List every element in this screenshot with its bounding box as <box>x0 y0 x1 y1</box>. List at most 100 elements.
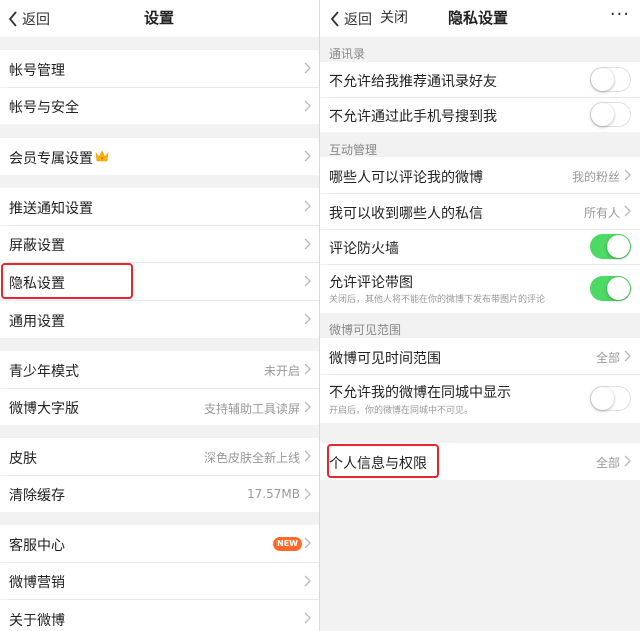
menu-item-label: 皮肤 <box>9 451 37 467</box>
setting-value: 全部 <box>595 351 620 365</box>
setting-label: 评论防火墙 <box>329 241 399 257</box>
setting-subtext: 开启后，你的微博在同城中不可见。 <box>329 406 474 416</box>
setting-who-can-comment[interactable]: 哪些人可以评论我的微博 我的粉丝 <box>320 157 640 193</box>
setting-label: 允许评论带图 <box>329 275 413 291</box>
setting-visible-time-range[interactable]: 微博可见时间范围 全部 <box>320 338 640 374</box>
section-header: 微博可见范围 <box>329 323 402 337</box>
toggle-knob <box>591 103 614 126</box>
page-title: 设置 <box>144 9 175 27</box>
chevron-right-icon <box>304 488 311 500</box>
page-title: 隐私设置 <box>448 9 509 27</box>
chevron-right-icon <box>304 537 311 549</box>
setting-label: 我可以收到哪些人的私信 <box>329 206 483 222</box>
setting-label: 不允许我的微博在同城中显示 <box>329 385 511 401</box>
menu-item-value: 支持辅助工具读屏 <box>203 402 300 416</box>
setting-comment-firewall: 评论防火墙 <box>320 230 640 264</box>
menu-item-label: 会员专属设置 <box>9 151 93 167</box>
section-header: 通讯录 <box>329 47 366 61</box>
chevron-left-icon <box>8 10 17 27</box>
setting-who-can-message[interactable]: 我可以收到哪些人的私信 所有人 <box>320 194 640 229</box>
menu-item-label: 通用设置 <box>9 314 65 330</box>
chevron-right-icon <box>624 350 631 362</box>
chevron-right-icon <box>624 169 631 181</box>
menu-item-account-management[interactable]: 帐号管理 <box>0 50 320 87</box>
chevron-right-icon <box>624 205 631 217</box>
settings-navbar: 返回 设置 <box>0 0 320 37</box>
menu-item-value: 未开启 <box>263 364 300 378</box>
close-button[interactable]: 关闭 <box>380 0 408 37</box>
privacy-navbar: 返回 关闭 隐私设置 ··· <box>320 0 640 37</box>
menu-item-teen-mode[interactable]: 青少年模式 未开启 <box>0 351 320 388</box>
new-badge: NEW <box>273 537 302 551</box>
menu-item-weibo-marketing[interactable]: 微博营销 <box>0 563 320 599</box>
settings-panel: 返回 设置 帐号管理 帐号与安全 会员专属设置 推送通知设置 屏蔽设置 隐私设置… <box>0 0 320 631</box>
setting-hide-in-city: 不允许我的微博在同城中显示 开启后，你的微博在同城中不可见。 <box>320 375 640 423</box>
chevron-right-icon <box>304 612 311 624</box>
menu-item-about-weibo[interactable]: 关于微博 <box>0 600 320 631</box>
chevron-right-icon <box>304 313 311 325</box>
toggle-knob <box>591 68 614 91</box>
highlight-box <box>1 263 133 299</box>
chevron-right-icon <box>304 363 311 375</box>
toggle-knob <box>607 235 630 258</box>
privacy-settings-panel: 返回 关闭 隐私设置 ··· 通讯录 不允许给我推荐通讯录好友 不允许通过此手机… <box>320 0 640 631</box>
chevron-right-icon <box>304 275 311 287</box>
chevron-right-icon <box>304 401 311 413</box>
setting-no-contact-recommend: 不允许给我推荐通讯录好友 <box>320 62 640 97</box>
toggle-switch[interactable] <box>590 67 631 92</box>
section-header: 互动管理 <box>329 143 378 157</box>
setting-label: 哪些人可以评论我的微博 <box>329 170 483 186</box>
back-label: 返回 <box>344 11 372 28</box>
menu-item-label: 帐号与安全 <box>9 100 79 116</box>
setting-subtext: 关闭后，其他人将不能在你的微博下发布带图片的评论 <box>329 295 546 305</box>
menu-item-label: 微博营销 <box>9 575 65 591</box>
menu-item-skin[interactable]: 皮肤 深色皮肤全新上线 <box>0 438 320 475</box>
toggle-switch[interactable] <box>590 276 631 301</box>
setting-label: 不允许通过此手机号搜到我 <box>329 109 497 125</box>
menu-item-label: 客服中心 <box>9 538 65 554</box>
menu-item-label: 屏蔽设置 <box>9 238 65 254</box>
menu-item-push-notifications[interactable]: 推送通知设置 <box>0 188 320 225</box>
toggle-switch[interactable] <box>590 102 631 127</box>
chevron-right-icon <box>624 455 631 467</box>
highlight-box <box>327 444 439 478</box>
back-button[interactable]: 返回 <box>8 0 50 37</box>
crown-icon <box>95 150 109 162</box>
menu-item-label: 帐号管理 <box>9 63 65 79</box>
menu-item-value: 深色皮肤全新上线 <box>203 451 300 465</box>
toggle-knob <box>591 387 614 410</box>
chevron-right-icon <box>304 450 311 462</box>
menu-item-clear-cache[interactable]: 清除缓存 17.57MB <box>0 476 320 512</box>
chevron-right-icon <box>304 200 311 212</box>
menu-item-member-settings[interactable]: 会员专属设置 <box>0 138 320 175</box>
setting-allow-comment-images: 允许评论带图 关闭后，其他人将不能在你的微博下发布带图片的评论 <box>320 265 640 313</box>
setting-value: 我的粉丝 <box>571 170 620 184</box>
toggle-knob <box>607 277 630 300</box>
back-label: 返回 <box>22 11 50 28</box>
menu-item-label: 微博大字版 <box>9 401 79 417</box>
toggle-switch[interactable] <box>590 386 631 411</box>
setting-no-phone-search: 不允许通过此手机号搜到我 <box>320 98 640 132</box>
chevron-right-icon <box>304 62 311 74</box>
toggle-switch[interactable] <box>590 234 631 259</box>
menu-item-account-security[interactable]: 帐号与安全 <box>0 88 320 124</box>
chevron-right-icon <box>304 238 311 250</box>
chevron-right-icon <box>304 150 311 162</box>
chevron-right-icon <box>304 100 311 112</box>
menu-item-label: 清除缓存 <box>9 488 65 504</box>
menu-item-label: 青少年模式 <box>9 364 79 380</box>
chevron-left-icon <box>330 10 339 27</box>
panel-divider <box>319 0 320 631</box>
menu-item-label: 关于微博 <box>9 613 65 629</box>
menu-item-general-settings[interactable]: 通用设置 <box>0 301 320 338</box>
back-button[interactable]: 返回 <box>330 0 372 37</box>
more-icon[interactable]: ··· <box>610 0 630 37</box>
menu-item-customer-service[interactable]: 客服中心 NEW <box>0 525 320 562</box>
setting-value: 所有人 <box>583 206 620 220</box>
setting-value: 全部 <box>595 456 620 470</box>
menu-item-block-settings[interactable]: 屏蔽设置 <box>0 226 320 262</box>
setting-label: 不允许给我推荐通讯录好友 <box>329 74 497 90</box>
chevron-right-icon <box>304 575 311 587</box>
menu-item-large-font[interactable]: 微博大字版 支持辅助工具读屏 <box>0 389 320 425</box>
setting-label: 微博可见时间范围 <box>329 351 441 367</box>
